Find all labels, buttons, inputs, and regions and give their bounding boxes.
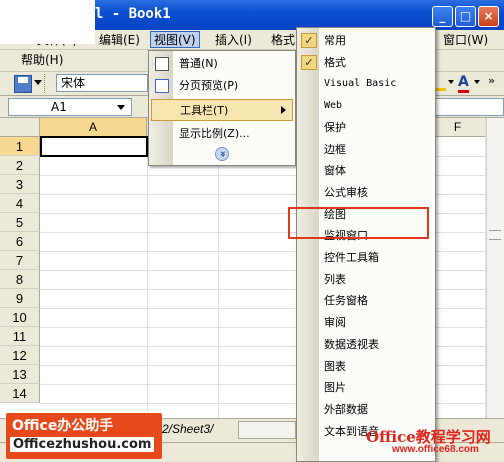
view-menu-item-normal[interactable]: 普通(N) [151, 53, 293, 75]
toolbar-toggle-item[interactable]: 图片 [298, 377, 435, 399]
highlight-annotation [288, 207, 429, 239]
name-box-value: A1 [51, 100, 67, 114]
toolbar-toggle-item[interactable]: 外部数据 [298, 399, 435, 421]
chevron-down-icon[interactable] [117, 105, 125, 110]
menu-item-label: 工具栏(T) [180, 104, 229, 117]
toolbar-toggle-item[interactable]: 公式审核 [298, 182, 435, 204]
checkmark-icon: ✓ [301, 54, 317, 70]
watermark-url: Officezhushou.com [10, 437, 155, 452]
submenu-arrow-icon [281, 106, 286, 114]
column-header-f[interactable]: F [430, 118, 486, 137]
row-header[interactable]: 4 [0, 194, 40, 213]
menu-item-label: 边框 [324, 142, 346, 156]
chevron-down-icon[interactable] [34, 80, 42, 85]
chevron-down-icon[interactable] [474, 80, 480, 84]
toolbar-toggle-item[interactable]: 审阅 [298, 312, 435, 334]
toolbar-toggle-item[interactable]: 保护 [298, 117, 435, 139]
row-header[interactable]: 2 [0, 156, 40, 175]
row-header[interactable]: 6 [0, 232, 40, 251]
menu-item-label: 图表 [324, 359, 346, 373]
row-header[interactable]: 7 [0, 251, 40, 270]
row-header[interactable]: 11 [0, 327, 40, 346]
row-header[interactable]: 13 [0, 365, 40, 384]
toolbar-grip [44, 74, 46, 93]
expand-menu-icon[interactable]: » [215, 147, 229, 161]
row-header[interactable]: 10 [0, 308, 40, 327]
menu-item-label: 常用 [324, 34, 346, 47]
menu-item-label: 数据透视表 [324, 337, 379, 351]
toolbar-toggle-item[interactable]: 窗体 [298, 160, 435, 182]
menu-item-label: 审阅 [324, 316, 346, 330]
row-header[interactable]: 1 [0, 137, 40, 156]
toolbar-toggle-item[interactable]: 数据透视表 [298, 334, 435, 356]
row-header[interactable]: 5 [0, 213, 40, 232]
menu-item-label: 外部数据 [324, 402, 368, 416]
watermark-office-zhushou: Office办公助手 Officezhushou.com [6, 413, 162, 459]
toolbar-toggle-item[interactable]: ✓ 常用 [298, 30, 435, 52]
watermark-office68: Office教程学习网 www.office68.com [366, 426, 502, 460]
menu-item-label: Web [324, 100, 343, 112]
font-color-icon[interactable]: A [458, 74, 469, 93]
maximize-button[interactable]: □ [455, 6, 476, 27]
menu-item-label: 公式审核 [324, 185, 368, 199]
menu-item-label: Visual Basic [324, 78, 397, 90]
row-header[interactable]: 14 [0, 384, 40, 403]
occluding-patch [0, 0, 95, 44]
toolbar-toggle-item[interactable]: Web [298, 95, 435, 117]
row-header[interactable]: 9 [0, 289, 40, 308]
toolbar-options-icon[interactable]: » [488, 74, 495, 87]
chevron-down-icon[interactable] [448, 80, 454, 84]
menu-item-label: 窗体 [324, 164, 346, 178]
menu-item-label: 图片 [324, 381, 346, 395]
toolbar-toggle-item[interactable]: 控件工具箱 [298, 247, 435, 269]
toolbar-toggle-item[interactable]: 任务窗格 [298, 290, 435, 312]
watermark-title: Office办公助手 [12, 418, 114, 434]
menu-item-label: 控件工具箱 [324, 251, 379, 264]
page-break-preview-icon [155, 79, 169, 93]
toolbars-submenu: ✓ 常用 ✓ 格式 Visual Basic Web 保护 边框 窗体 公式审核 绘图 监视窗口 控件工… [296, 27, 436, 462]
watermark-url: www.office68.com [392, 444, 479, 455]
menu-item-label: 任务窗格 [324, 294, 368, 308]
scrollbar-grip[interactable] [489, 230, 501, 240]
name-box[interactable]: A1 [8, 98, 132, 116]
font-name-select[interactable]: 宋体 [56, 74, 148, 92]
menu-item-label: 显示比例(Z)... [179, 127, 250, 140]
view-menu-item-page-break[interactable]: 分页预览(P) [151, 75, 293, 97]
row-header[interactable]: 8 [0, 270, 40, 289]
view-menu-item-zoom[interactable]: 显示比例(Z)... [151, 123, 293, 145]
view-menu: 普通(N) 分页预览(P) 工具栏(T) 显示比例(Z)... » [148, 50, 296, 166]
menu-item-label: 列表 [324, 272, 346, 286]
toolbar-toggle-item[interactable]: 列表 [298, 269, 435, 291]
menu-item-label: 分页预览(P) [179, 79, 239, 92]
checkmark-icon: ✓ [301, 33, 317, 48]
active-cell-a1[interactable] [40, 136, 148, 157]
menu-view[interactable]: 视图(V) [150, 31, 200, 48]
view-menu-item-toolbars[interactable]: 工具栏(T) [151, 99, 293, 121]
menu-window[interactable]: 窗口(W) [440, 32, 491, 49]
toolbar-toggle-item[interactable]: ✓ 格式 [298, 52, 435, 74]
row-header[interactable]: 12 [0, 346, 40, 365]
sheet-tab[interactable]: 2/Sheet3/ [162, 422, 213, 436]
save-icon[interactable] [14, 75, 32, 93]
menu-edit[interactable]: 编辑(E) [96, 32, 143, 49]
menu-item-label: 普通(N) [179, 57, 218, 70]
horizontal-scrollbar[interactable] [238, 421, 296, 439]
toolbar-toggle-item[interactable]: 边框 [298, 139, 435, 161]
menu-help[interactable]: 帮助(H) [18, 52, 66, 69]
formula-input[interactable] [430, 98, 504, 116]
menu-item-label: 保护 [324, 120, 346, 134]
toolbar-toggle-item[interactable]: 图表 [298, 356, 435, 378]
vertical-scrollbar[interactable] [486, 118, 504, 418]
close-button[interactable]: × [478, 6, 499, 27]
menu-item-label: 格式 [324, 55, 346, 69]
menu-insert[interactable]: 插入(I) [212, 32, 255, 49]
normal-view-icon [155, 57, 169, 71]
select-all-corner[interactable] [0, 118, 40, 137]
minimize-button[interactable]: _ [432, 6, 453, 27]
row-header[interactable]: 3 [0, 175, 40, 194]
menu-format[interactable]: 格式 [268, 32, 298, 49]
column-header-a[interactable]: A [40, 118, 147, 137]
toolbar-toggle-item[interactable]: Visual Basic [298, 73, 435, 95]
